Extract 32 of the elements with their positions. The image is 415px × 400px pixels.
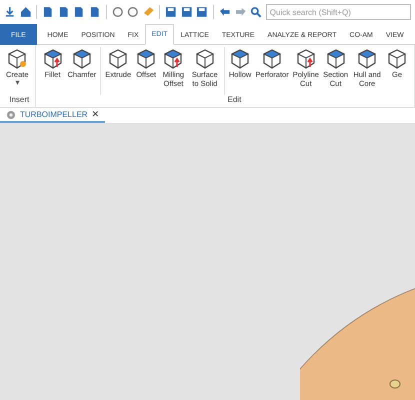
save-icon[interactable] xyxy=(165,6,177,18)
cube-icon xyxy=(324,48,347,70)
cube-icon xyxy=(162,48,184,70)
undo-icon[interactable] xyxy=(219,6,231,18)
cube-icon xyxy=(194,48,216,70)
document-icon[interactable] xyxy=(42,6,54,18)
search-icon[interactable] xyxy=(250,6,262,18)
gear-icon xyxy=(6,110,16,120)
home-icon[interactable] xyxy=(20,6,32,18)
circle-icon[interactable] xyxy=(127,6,139,18)
cube-icon xyxy=(6,48,28,70)
caret-icon: ▾ xyxy=(15,79,20,87)
cube-icon xyxy=(356,48,378,70)
document-icon[interactable] xyxy=(73,6,85,18)
cube-icon xyxy=(135,48,158,70)
save-icon[interactable] xyxy=(180,6,192,18)
group-label: Insert xyxy=(8,95,30,106)
close-button[interactable]: ✕ xyxy=(92,110,100,120)
save-icon[interactable] xyxy=(196,6,208,18)
download-icon[interactable] xyxy=(4,6,16,18)
cube-icon xyxy=(386,48,408,70)
cube-icon xyxy=(261,48,284,70)
cube-icon xyxy=(42,48,64,70)
cube-icon xyxy=(70,48,93,70)
cube-icon xyxy=(229,48,252,70)
cube-icon xyxy=(294,48,317,70)
circle-icon[interactable] xyxy=(112,6,124,18)
document-icon[interactable] xyxy=(88,6,101,18)
search-field[interactable]: Quick search (Shift+Q) xyxy=(266,4,411,20)
group-label: Edit xyxy=(226,95,242,106)
cube-icon xyxy=(107,48,130,70)
document-icon[interactable] xyxy=(58,6,70,18)
